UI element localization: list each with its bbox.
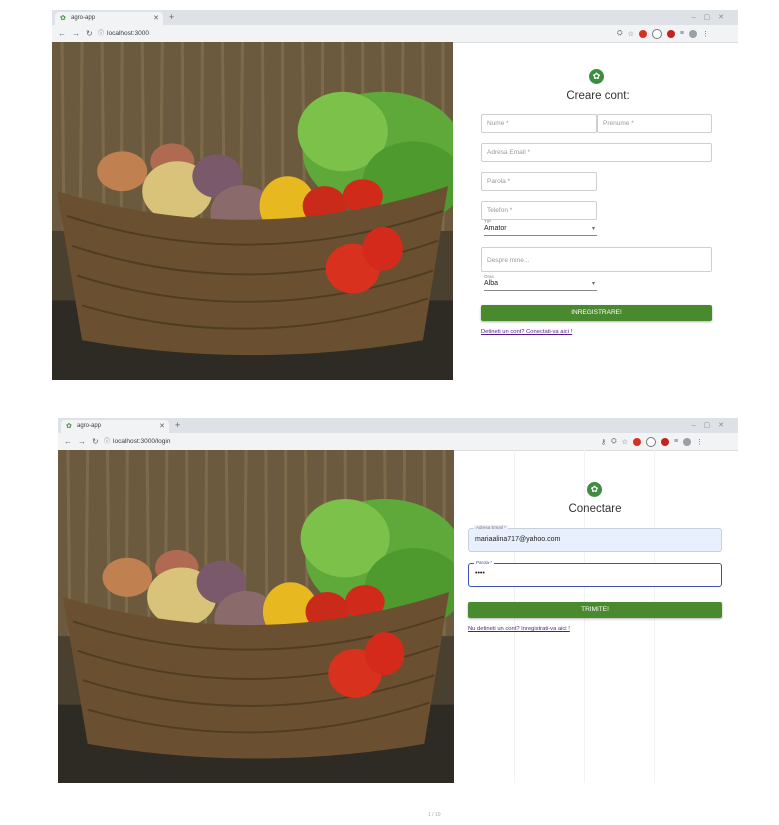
password-field[interactable]: Parola * •••• <box>468 560 722 587</box>
register-link[interactable]: Nu detineti un cont? Inregistrati-va aic… <box>468 626 570 632</box>
city-value: Alba <box>484 280 499 287</box>
plus-icon[interactable]: + <box>175 419 180 432</box>
email-label: Adresa Email * <box>474 525 508 530</box>
plant-icon: ✿ <box>589 69 604 84</box>
browser-tab[interactable]: ✿ agro-app ✕ <box>61 420 169 433</box>
page-marker: 1 / 10 <box>428 812 441 818</box>
browser-toolbar: ← → ↻ ⓘ localhost:3000 ⛭ ☆ ≡ ⋮ <box>52 25 738 43</box>
reload-icon[interactable]: ↻ <box>92 433 99 450</box>
password-label: Parola * <box>474 560 495 565</box>
extension-icon[interactable] <box>646 436 657 447</box>
window-controls[interactable]: –▢✕ <box>692 11 732 24</box>
forward-arrow-icon[interactable]: → <box>78 433 86 450</box>
info-icon: ⓘ <box>104 439 111 445</box>
form-title: Creare cont: <box>566 90 630 102</box>
tab-strip: ✿ agro-app ✕ + –▢✕ <box>52 10 738 25</box>
back-arrow-icon[interactable]: ← <box>58 25 66 42</box>
email-field[interactable]: Adresa Email * mariaalina717@yahoo.com <box>468 525 722 552</box>
first-name-field[interactable]: Nume * <box>481 114 597 133</box>
register-window: ✿ agro-app ✕ + –▢✕ ← → ↻ ⓘ localhost:3000… <box>52 10 738 380</box>
last-name-field[interactable]: Prenume * <box>597 114 712 133</box>
browser-tab[interactable]: ✿ agro-app ✕ <box>55 12 163 25</box>
close-icon[interactable]: ✕ <box>159 420 165 433</box>
translate-icon[interactable]: ⛭ <box>617 30 623 38</box>
password-field[interactable]: Parola * <box>481 172 597 191</box>
extensions-area: ⛭ ☆ ≡ ⋮ <box>617 25 709 42</box>
plus-icon[interactable]: + <box>169 11 174 24</box>
vegetable-basket-image <box>58 450 454 783</box>
type-value: Amator <box>484 225 507 232</box>
vegetable-basket-image <box>52 42 453 380</box>
password-value: •••• <box>475 570 485 577</box>
reload-icon[interactable]: ↻ <box>86 25 93 42</box>
back-arrow-icon[interactable]: ← <box>64 433 72 450</box>
forward-arrow-icon[interactable]: → <box>72 25 80 42</box>
browser-toolbar: ← → ↻ ⓘ localhost:3000/login ⚷ ⛭ ☆ ≡ ⋮ <box>58 433 738 451</box>
about-field[interactable]: Despre mine... <box>481 247 712 272</box>
menu-icon[interactable]: ⋮ <box>696 438 703 446</box>
menu-icon[interactable]: ⋮ <box>702 30 709 38</box>
login-link[interactable]: Detineti un cont? Conectati-va aici ! <box>481 329 572 335</box>
plant-icon: ✿ <box>60 15 66 22</box>
type-select[interactable]: TIP Amator ▾ <box>484 219 597 236</box>
phone-field[interactable]: Telefon * <box>481 201 597 220</box>
key-icon[interactable]: ⚷ <box>601 438 606 446</box>
extension-icon[interactable] <box>666 29 675 38</box>
star-icon[interactable]: ☆ <box>628 30 634 38</box>
translate-icon[interactable]: ⛭ <box>611 438 617 446</box>
user-avatar-icon[interactable] <box>688 29 697 38</box>
address-bar[interactable]: ⓘ localhost:3000 <box>98 27 578 40</box>
tab-strip: ✿ agro-app ✕ + –▢✕ <box>58 418 738 433</box>
email-field[interactable]: Adresa Email * <box>481 143 712 162</box>
star-icon[interactable]: ☆ <box>622 438 628 446</box>
plant-icon: ✿ <box>66 423 72 430</box>
extension-icon[interactable] <box>633 437 642 446</box>
url-text: localhost:3000/login <box>113 438 171 445</box>
tab-title: agro-app <box>77 423 102 429</box>
email-value: mariaalina717@yahoo.com <box>475 536 561 543</box>
menu-icon[interactable]: ≡ <box>674 438 678 445</box>
extensions-area: ⚷ ⛭ ☆ ≡ ⋮ <box>601 433 703 450</box>
form-title: Conectare <box>568 503 622 515</box>
register-button[interactable]: INREGISTRARE! <box>481 305 712 321</box>
extension-icon[interactable] <box>651 28 662 39</box>
city-select[interactable]: Oras Alba ▾ <box>484 274 597 291</box>
url-text: localhost:3000 <box>107 30 149 37</box>
login-form: ✿ Conectare Adresa Email * mariaalina717… <box>454 450 738 783</box>
user-avatar-icon[interactable] <box>683 437 692 446</box>
chevron-down-icon: ▾ <box>591 281 595 287</box>
extension-icon[interactable] <box>661 437 670 446</box>
login-window: ✿ agro-app ✕ + –▢✕ ← → ↻ ⓘ localhost:3000… <box>58 418 738 783</box>
city-label: Oras <box>484 274 494 279</box>
tab-title: agro-app <box>71 15 96 21</box>
close-icon[interactable]: ✕ <box>153 12 159 25</box>
info-icon: ⓘ <box>98 31 105 37</box>
address-bar[interactable]: ⓘ localhost:3000/login <box>104 435 584 448</box>
plant-icon: ✿ <box>587 482 602 497</box>
extension-icon[interactable] <box>638 29 647 38</box>
submit-button[interactable]: TRIMITE! <box>468 602 722 618</box>
register-form: ✿ Creare cont: Nume * Prenume * Adresa E… <box>453 42 738 380</box>
chevron-down-icon: ▾ <box>591 226 595 232</box>
type-label: TIP <box>484 219 492 224</box>
menu-icon[interactable]: ≡ <box>680 30 684 37</box>
window-controls[interactable]: –▢✕ <box>692 419 732 432</box>
